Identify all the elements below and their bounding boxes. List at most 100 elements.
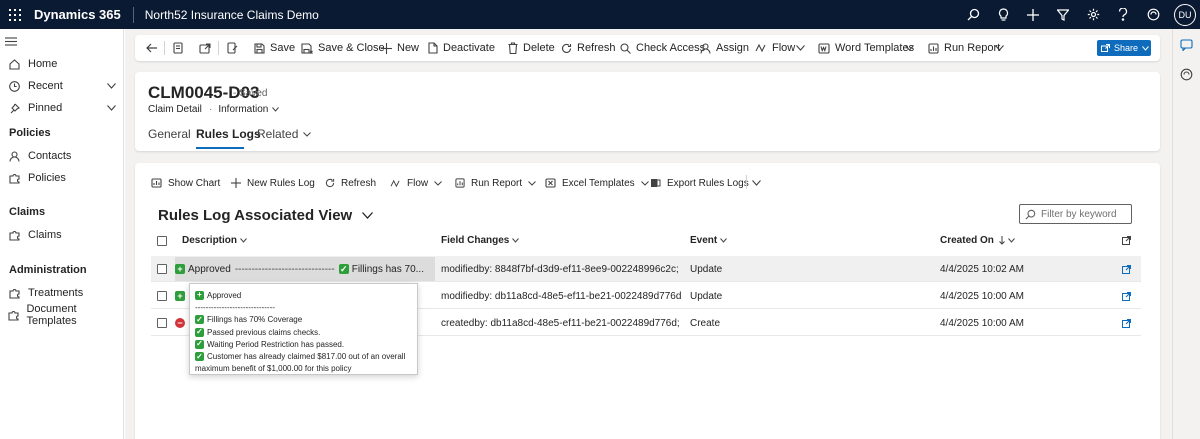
open-record-icon[interactable] <box>1122 319 1131 328</box>
filter-icon[interactable] <box>1048 0 1078 29</box>
nav-item-contacts[interactable]: Contacts <box>0 146 124 166</box>
chevron-down-icon <box>362 212 374 219</box>
nav-item-home[interactable]: Home <box>0 54 124 74</box>
nav-label: Recent <box>28 80 63 92</box>
tab-general[interactable]: General <box>148 127 191 141</box>
description-cell[interactable]: + Approved -----------------------------… <box>175 257 435 281</box>
subgrid-run-report-label: Run Report <box>471 177 523 189</box>
plus-icon[interactable] <box>1018 0 1048 29</box>
assign-button[interactable]: Assign <box>700 35 749 61</box>
search-icon[interactable] <box>958 0 988 29</box>
new-button[interactable]: New <box>381 35 419 61</box>
excel-templates-button[interactable]: Excel Templates <box>545 172 649 194</box>
view-selector[interactable]: Rules Log Associated View <box>158 207 374 224</box>
save-close-label: Save & Close <box>318 42 385 54</box>
nav-section-claims: Claims <box>9 206 46 218</box>
approved-plus-icon: + <box>175 264 185 274</box>
open-record-icon[interactable] <box>1122 292 1131 301</box>
nav-item-treatments[interactable]: Treatments <box>0 283 124 303</box>
gear-icon[interactable] <box>1078 0 1108 29</box>
search-icon <box>1025 209 1036 220</box>
save-button[interactable]: Save <box>254 35 295 61</box>
subgrid-run-report-button[interactable]: Run Report <box>455 172 536 194</box>
subgrid-refresh-button[interactable]: Refresh <box>325 172 376 194</box>
tab-related[interactable]: Related <box>257 127 312 141</box>
flow-button[interactable]: Flow <box>755 35 795 61</box>
column-header-field-changes[interactable]: Field Changes <box>441 235 520 246</box>
tooltip-line: ✓ Waiting Period Restriction has passed. <box>195 338 412 350</box>
flow-label: Flow <box>772 42 796 54</box>
share-icon <box>1101 44 1110 52</box>
nav-item-document-templates[interactable]: Document Templates <box>0 303 124 327</box>
run-report-button[interactable]: Run Report <box>928 35 1000 61</box>
column-header-created-on[interactable]: Created On <box>940 235 1015 246</box>
chevron-down-icon[interactable] <box>796 35 805 61</box>
tooltip-text: Waiting Period Restriction has passed. <box>207 339 345 349</box>
refresh-label: Refresh <box>577 42 616 54</box>
column-header-event[interactable]: Event <box>690 235 728 246</box>
copilot-icon[interactable] <box>1138 0 1168 29</box>
tooltip-text: Passed previous claims checks. <box>207 327 321 337</box>
form-selector[interactable]: · Information <box>209 104 280 115</box>
description-tooltip: + Approved -----------------------------… <box>189 283 418 375</box>
edit-form-icon[interactable] <box>227 35 238 61</box>
row-checkbox[interactable] <box>157 318 167 328</box>
help-icon[interactable] <box>1108 0 1138 29</box>
chevron-down-icon[interactable] <box>905 35 914 61</box>
chevron-down-icon <box>1008 238 1015 243</box>
hamburger-icon[interactable] <box>5 37 17 46</box>
field-changes-cell: modifiedby: db11a8cd-48e5-ef11-be21-0022… <box>441 290 681 302</box>
deactivate-button[interactable]: Deactivate <box>428 35 495 61</box>
nav-item-policies[interactable]: Policies <box>0 168 124 188</box>
save-close-button[interactable]: Save & Close <box>301 35 385 61</box>
person-icon <box>0 150 28 162</box>
open-new-window-icon[interactable] <box>199 35 211 61</box>
new-rules-log-label: New Rules Log <box>247 177 315 189</box>
nav-item-recent[interactable]: Recent <box>0 76 124 96</box>
check-access-button[interactable]: Check Access <box>620 35 705 61</box>
avatar[interactable]: DU <box>1174 3 1196 26</box>
app-launcher-icon[interactable] <box>0 0 29 29</box>
back-icon[interactable] <box>146 35 157 61</box>
puzzle-icon <box>0 310 26 321</box>
chevron-down-icon <box>434 180 442 186</box>
export-rules-logs-button[interactable]: Export Rules Logs <box>650 172 749 194</box>
chevron-down-icon[interactable] <box>995 35 1004 61</box>
copilot-icon[interactable] <box>1180 68 1193 81</box>
record-set-icon[interactable] <box>173 35 183 61</box>
separator-dot: · <box>209 104 213 115</box>
chevron-down-icon[interactable] <box>107 105 116 111</box>
table-row[interactable]: + Approved -----------------------------… <box>151 256 1141 282</box>
nav-item-claims[interactable]: Claims <box>0 225 124 245</box>
assign-label: Assign <box>716 42 750 54</box>
plus-icon <box>231 178 241 188</box>
lightbulb-icon[interactable] <box>988 0 1018 29</box>
delete-button[interactable]: Delete <box>508 35 555 61</box>
more-commands-chevron[interactable] <box>752 172 761 194</box>
description-status: Approved <box>188 263 231 275</box>
environment-name[interactable]: North52 Insurance Claims Demo <box>134 8 319 22</box>
new-rules-log-button[interactable]: New Rules Log <box>231 172 315 194</box>
app-name[interactable]: Dynamics 365 <box>29 6 134 23</box>
save-status: - Saved <box>233 88 268 99</box>
flow-icon <box>390 179 401 188</box>
tab-rules-logs[interactable]: Rules Logs <box>196 127 261 141</box>
select-all-checkbox[interactable] <box>157 236 167 246</box>
refresh-button[interactable]: Refresh <box>561 35 616 61</box>
column-header-description[interactable]: Description <box>182 235 247 246</box>
chat-icon[interactable] <box>1180 39 1193 51</box>
filter-by-keyword-input[interactable]: Filter by keyword <box>1019 204 1132 224</box>
row-checkbox[interactable] <box>157 264 167 274</box>
share-button[interactable]: Share <box>1097 40 1151 56</box>
divider <box>746 175 747 189</box>
word-templates-button[interactable]: Word Templates <box>818 35 914 61</box>
open-record-icon[interactable] <box>1122 265 1131 274</box>
grid-header: Description Field Changes Event Created … <box>151 232 1141 252</box>
show-chart-button[interactable]: Show Chart <box>151 172 220 194</box>
open-in-new-window-icon[interactable] <box>1122 236 1131 245</box>
subgrid-flow-button[interactable]: Flow <box>390 172 442 194</box>
chevron-down-icon[interactable] <box>107 83 116 89</box>
row-checkbox[interactable] <box>157 291 167 301</box>
nav-item-pinned[interactable]: Pinned <box>0 98 124 118</box>
chart-icon <box>151 178 162 188</box>
